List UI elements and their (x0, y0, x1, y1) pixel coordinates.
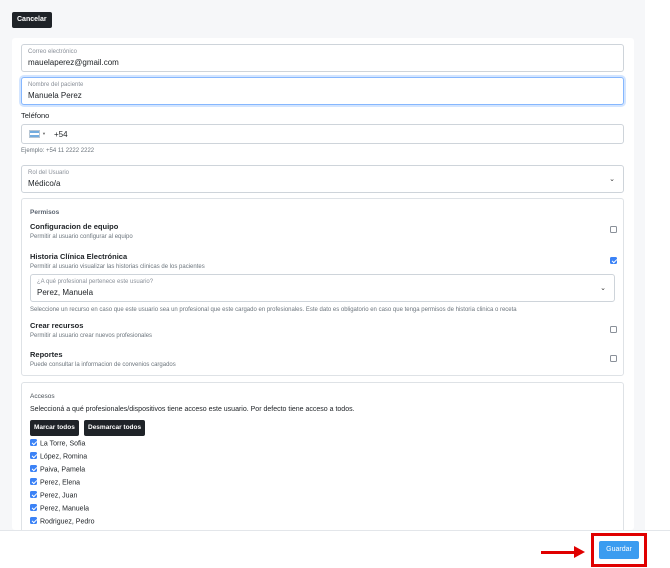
permission-description: Permitir al usuario configurar al equipo (30, 234, 133, 240)
phone-label: Teléfono (21, 111, 50, 120)
access-item-label: Perez, Elena (40, 479, 81, 487)
access-checkbox[interactable] (30, 491, 37, 498)
permission-description: Permitir al usuario visualizar las histo… (30, 264, 205, 270)
patient-name-label: Nombre del paciente (28, 82, 84, 88)
access-checkbox[interactable] (30, 439, 37, 446)
access-item-label: La Torre, Sofia (40, 440, 86, 448)
access-checkbox[interactable] (30, 452, 37, 459)
access-list-item[interactable]: Rodriguez, Pedro (30, 517, 95, 526)
permission-checkbox-create-resources[interactable] (610, 326, 617, 333)
phone-hint: Ejemplo: +54 11 2222 2222 (21, 148, 95, 154)
user-form-card: Correo electrónico mauelaperez@gmail.com… (12, 38, 634, 530)
access-checkbox[interactable] (30, 504, 37, 511)
permission-description: Permitir al usuario crear nuevos profesi… (30, 333, 153, 339)
access-item-label: López, Romina (40, 453, 88, 461)
permission-title: Historia Clínica Electrónica (30, 252, 128, 261)
access-item-label: Rodriguez, Pedro (40, 518, 95, 526)
role-label: Rol del Usuario (28, 170, 70, 176)
access-list-item[interactable]: López, Romina (30, 452, 88, 461)
professional-select-label: ¿A qué profesional pertenece este usuari… (37, 279, 154, 285)
professional-select-hint: Seleccione un recurso en caso que este u… (30, 307, 517, 313)
chevron-down-icon: ⌄ (609, 176, 615, 183)
professional-select-value: Perez, Manuela (37, 288, 94, 297)
permission-title: Configuracion de equipo (30, 222, 119, 231)
access-list-item[interactable]: Perez, Manuela (30, 504, 90, 513)
select-all-button[interactable]: Marcar todos (30, 420, 79, 436)
caret-down-icon: ▼ (42, 131, 46, 136)
patient-name-field[interactable]: Nombre del paciente Manuela Perez (21, 77, 624, 105)
access-description: Seleccioná a qué profesionales/dispositi… (30, 406, 355, 413)
permissions-section: Permisos Configuracion de equipo Permiti… (21, 198, 624, 376)
access-checkbox[interactable] (30, 478, 37, 485)
permission-checkbox-team-config[interactable] (610, 226, 617, 233)
access-checkbox[interactable] (30, 517, 37, 524)
permission-description: Puede consultar la informacion de conven… (30, 362, 176, 368)
access-section: Accesos Seleccioná a qué profesionales/d… (21, 382, 624, 530)
access-item-label: Paiva, Pamela (40, 466, 86, 474)
annotation-arrow-icon (574, 546, 585, 558)
email-field[interactable]: Correo electrónico mauelaperez@gmail.com (21, 44, 624, 72)
access-item-label: Perez, Manuela (40, 505, 90, 513)
footer-divider (0, 530, 670, 531)
chevron-down-icon: ⌄ (600, 285, 606, 292)
email-value: mauelaperez@gmail.com (28, 58, 119, 67)
permission-checkbox-reports[interactable] (610, 355, 617, 362)
access-list-item[interactable]: Perez, Juan (30, 491, 78, 500)
access-title: Accesos (30, 393, 55, 400)
cancel-button[interactable]: Cancelar (12, 12, 52, 28)
role-select[interactable]: Rol del Usuario Médico/a ⌄ (21, 165, 624, 193)
professional-select[interactable]: ¿A qué profesional pertenece este usuari… (30, 274, 615, 302)
email-label: Correo electrónico (28, 49, 78, 55)
patient-name-value: Manuela Perez (28, 91, 82, 100)
access-item-label: Perez, Juan (40, 492, 78, 500)
phone-country-code: +54 (54, 130, 68, 139)
access-list-item[interactable]: Perez, Elena (30, 478, 81, 487)
role-value: Médico/a (28, 179, 61, 188)
permission-checkbox-ehr[interactable] (610, 257, 617, 264)
deselect-all-button[interactable]: Desmarcar todos (84, 420, 146, 436)
permission-title: Reportes (30, 350, 63, 359)
access-checkbox[interactable] (30, 465, 37, 472)
access-list-item[interactable]: La Torre, Sofia (30, 439, 86, 448)
save-button-highlight: Guardar (591, 533, 647, 567)
phone-field[interactable]: ▼ +54 (21, 124, 624, 144)
save-button[interactable]: Guardar (599, 541, 639, 559)
argentina-flag-icon[interactable] (29, 130, 40, 138)
permission-title: Crear recursos (30, 321, 84, 330)
annotation-arrow-shaft (541, 551, 577, 554)
permissions-title: Permisos (30, 209, 60, 216)
access-list-item[interactable]: Paiva, Pamela (30, 465, 86, 474)
